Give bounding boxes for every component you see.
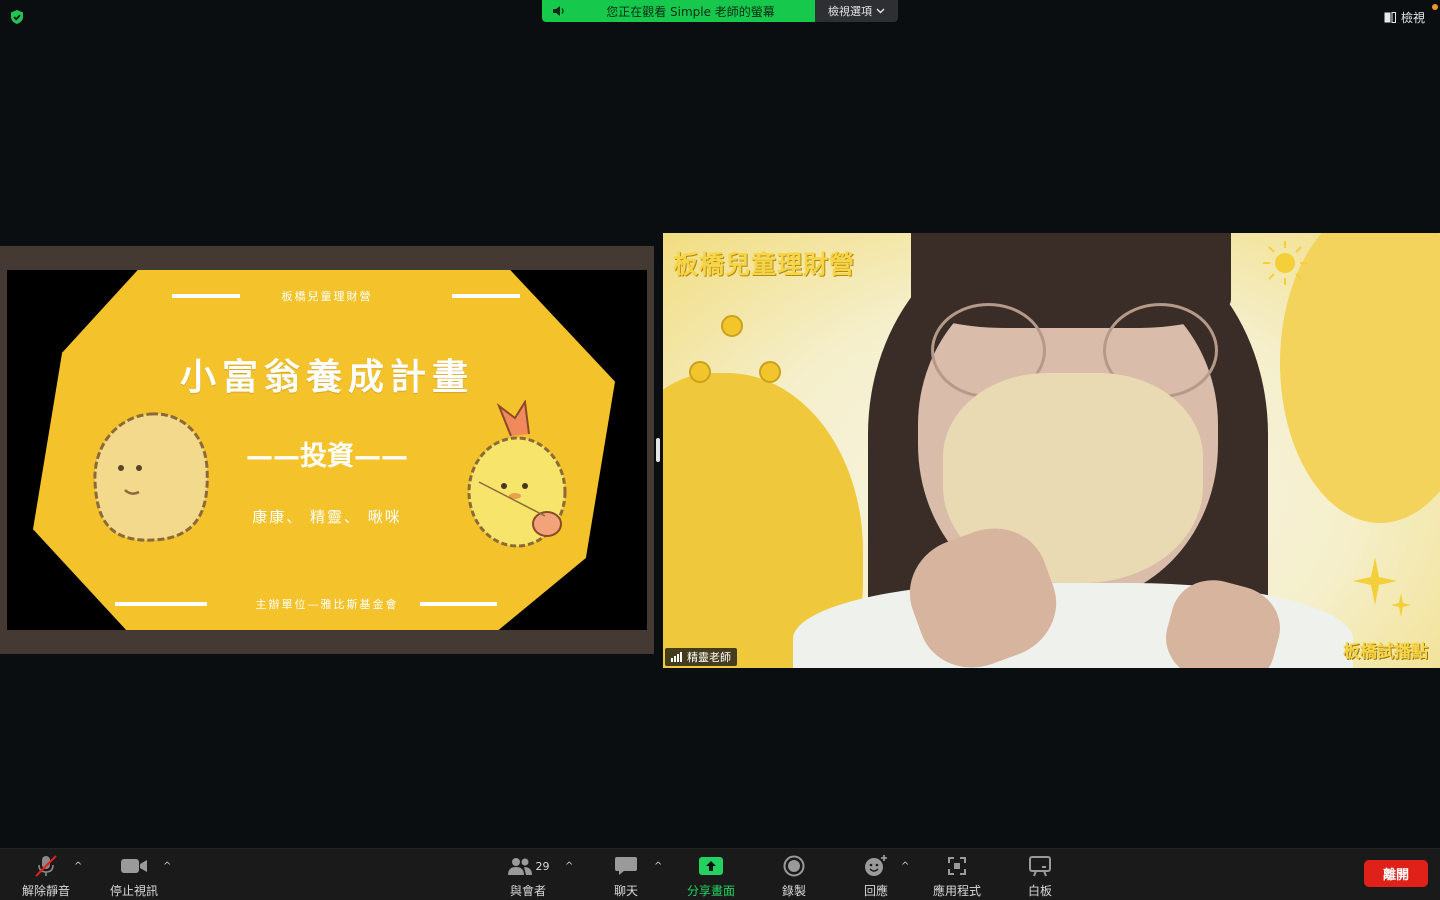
participants-icon: [507, 858, 532, 875]
chat-button[interactable]: 聊天: [602, 853, 650, 899]
view-button-label: 檢視: [1400, 11, 1425, 25]
share-screen-label: 分享畫面: [686, 884, 735, 898]
share-notice-text: 您正在觀看 Simple 老師的螢幕: [606, 4, 775, 19]
chat-label: 聊天: [613, 884, 638, 898]
reactions-options-caret[interactable]: ^: [901, 861, 909, 872]
sparkle-icon: [1353, 557, 1411, 617]
apps-label: 應用程式: [932, 884, 981, 898]
slide-main-title: 小富翁養成計畫: [179, 357, 474, 398]
whiteboard-button[interactable]: 白板: [1016, 853, 1064, 899]
share-screen-button[interactable]: 分享畫面: [680, 853, 742, 899]
leave-meeting-button[interactable]: 離開: [1364, 860, 1428, 887]
participant-video[interactable]: 板橋兒童理財營 板橋試播點 精靈老師: [663, 233, 1440, 668]
view-options-label: 檢視選項: [828, 5, 872, 18]
presentation-slide: 板橋兒童理財營 小富翁養成計畫 ——投資—— 康康、 精靈、 啾咪 主辦單位—雅…: [7, 270, 647, 630]
participants-label: 與會者: [509, 884, 546, 898]
participants-options-caret[interactable]: ^: [565, 861, 573, 872]
coin-icon: [759, 361, 781, 383]
participants-button[interactable]: 29 與會者: [498, 853, 558, 899]
participant-name-tag: 精靈老師: [665, 648, 737, 666]
reactions-label: 回應: [863, 884, 888, 898]
security-shield-icon[interactable]: [9, 9, 25, 25]
mascot-right-illustration: [467, 400, 567, 548]
participant-count: 29: [535, 859, 550, 873]
slide-footer: 主辦單位—雅比斯基金會: [255, 598, 399, 611]
view-layout-icon: [1384, 12, 1396, 23]
shared-screen-frame: 板橋兒童理財營 小富翁養成計畫 ——投資—— 康康、 精靈、 啾咪 主辦單位—雅…: [0, 246, 654, 654]
audio-options-caret[interactable]: ^: [74, 861, 82, 872]
emoji-reaction-icon: [865, 855, 887, 876]
signal-strength-icon: [671, 652, 682, 662]
chat-options-caret[interactable]: ^: [654, 861, 662, 872]
view-options-button[interactable]: 檢視選項: [815, 0, 898, 22]
meeting-toolbar: 解除靜音 ^ 停止視訊 ^ 29 與會者 ^ 聊天 ^ 分享畫面 錄製 回應 ^…: [0, 848, 1440, 900]
whiteboard-label: 白板: [1027, 884, 1052, 898]
unmute-button[interactable]: 解除靜音: [16, 853, 76, 899]
view-button[interactable]: 檢視: [1384, 9, 1425, 26]
mascot-left-illustration: [93, 412, 209, 542]
coin-icon: [689, 361, 711, 383]
split-view-resize-handle[interactable]: [656, 438, 660, 462]
notification-dot: [1432, 4, 1438, 10]
coin-icon: [721, 315, 743, 337]
share-notice: 您正在觀看 Simple 老師的螢幕: [542, 0, 815, 22]
record-label: 錄製: [781, 884, 806, 898]
video-camera-icon: [121, 859, 147, 873]
video-options-caret[interactable]: ^: [163, 861, 171, 872]
apps-icon: [948, 857, 966, 875]
chevron-down-icon: [876, 8, 885, 14]
chat-bubble-icon: [615, 857, 637, 875]
record-button[interactable]: 錄製: [770, 853, 818, 899]
slide-small-title: 板橋兒童理財營: [281, 290, 373, 303]
record-icon: [783, 855, 805, 877]
participant-name: 精靈老師: [687, 651, 731, 664]
whiteboard-icon: [1029, 856, 1051, 877]
video-background-title: 板橋兒童理財營: [673, 250, 856, 279]
screen-share-banner: 您正在觀看 Simple 老師的螢幕 檢視選項: [542, 0, 898, 22]
sun-icon: [1263, 241, 1307, 285]
stop-video-button[interactable]: 停止視訊: [104, 853, 164, 899]
apps-button[interactable]: 應用程式: [926, 853, 988, 899]
speaker-icon: [553, 6, 564, 16]
share-screen-icon: [699, 857, 723, 875]
video-background-corner-text: 板橋試播點: [1343, 642, 1428, 662]
microphone-muted-icon: [35, 855, 57, 877]
unmute-label: 解除靜音: [21, 884, 70, 898]
reactions-button[interactable]: 回應: [852, 853, 900, 899]
stop-video-label: 停止視訊: [109, 884, 158, 898]
